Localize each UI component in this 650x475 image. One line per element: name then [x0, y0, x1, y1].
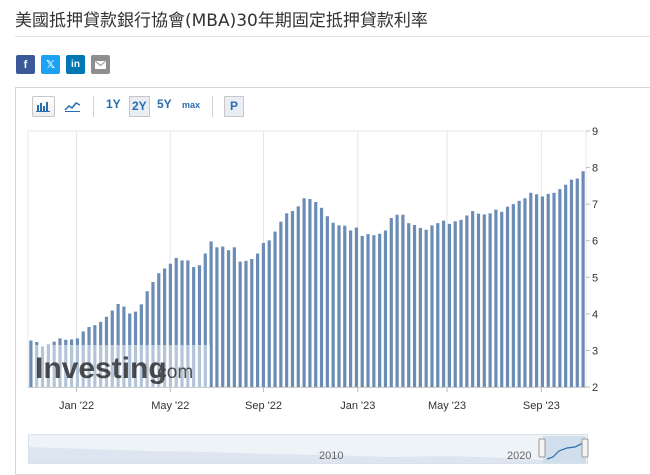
chart-bar[interactable]	[535, 194, 539, 387]
x-tick-label: Jan '22	[59, 400, 94, 412]
chart-bar[interactable]	[383, 230, 388, 387]
chart-bar[interactable]	[540, 196, 545, 387]
y-tick-label: 6	[592, 236, 598, 248]
chart-bar[interactable]	[302, 198, 306, 387]
chart-bar[interactable]	[529, 192, 533, 387]
chart-bar[interactable]	[488, 213, 492, 387]
chart-bar[interactable]	[389, 218, 393, 387]
chart-bar[interactable]	[442, 220, 446, 387]
chart-bar[interactable]	[244, 260, 248, 387]
chart-bar[interactable]	[546, 193, 550, 387]
chart-bar[interactable]	[279, 221, 283, 387]
chart-bar[interactable]	[575, 178, 579, 387]
y-tick-label: 2	[592, 382, 598, 394]
chart-bar[interactable]	[581, 171, 585, 387]
navigator-label: 2010	[319, 450, 343, 462]
chart-bar[interactable]	[430, 225, 434, 387]
chart-bar[interactable]	[436, 223, 440, 387]
chart-bar[interactable]	[273, 231, 277, 387]
chart-bar[interactable]	[407, 223, 411, 387]
chart-bar[interactable]	[378, 233, 382, 387]
chart-bar[interactable]	[267, 240, 271, 387]
chart-bar[interactable]	[569, 179, 574, 387]
x-tick-label: Sep '22	[245, 400, 282, 412]
y-tick-label: 8	[592, 163, 598, 175]
chart-bar[interactable]	[256, 253, 260, 387]
chart-bar[interactable]	[511, 204, 515, 387]
chart-bar[interactable]	[418, 227, 422, 387]
chart-bar[interactable]	[349, 230, 353, 387]
y-tick-label: 9	[592, 126, 598, 138]
chart-bar[interactable]	[372, 235, 376, 387]
chart-bar[interactable]	[360, 235, 364, 387]
navigator-overview-area	[29, 447, 548, 463]
chart-bar[interactable]	[482, 214, 486, 387]
chart-bar[interactable]	[319, 207, 324, 387]
x-tick-label: Jan '23	[340, 400, 375, 412]
chart-bar[interactable]	[453, 221, 457, 387]
watermark-suffix: .com	[152, 362, 193, 383]
y-tick-label: 7	[592, 199, 598, 211]
chart-bar[interactable]	[523, 198, 527, 387]
chart-bar[interactable]	[343, 225, 347, 387]
chart-bar[interactable]	[296, 206, 300, 387]
chart-bar[interactable]	[401, 214, 405, 387]
y-tick-label: 5	[592, 272, 598, 284]
chart-bar[interactable]	[500, 211, 504, 387]
chart-bar[interactable]	[238, 261, 242, 387]
chart-bar[interactable]	[314, 201, 318, 387]
chart-bar[interactable]	[29, 340, 33, 387]
chart-bar[interactable]	[459, 219, 463, 387]
y-tick-label: 3	[592, 345, 598, 357]
chart-bar[interactable]	[308, 199, 312, 387]
chart-bar[interactable]	[337, 225, 341, 387]
chart-bar[interactable]	[226, 250, 231, 387]
chart-bar[interactable]	[517, 200, 521, 387]
chart-bar[interactable]	[505, 206, 510, 387]
navigator-label: 2020	[507, 450, 531, 462]
navigator-left-handle[interactable]	[538, 438, 546, 458]
chart-bar[interactable]	[465, 215, 469, 387]
chart-bar[interactable]	[395, 214, 399, 387]
chart-bar[interactable]	[250, 259, 254, 387]
chart-bar[interactable]	[471, 211, 475, 387]
chart-bar[interactable]	[261, 242, 266, 387]
chart-bar[interactable]	[412, 224, 417, 387]
chart-bar[interactable]	[215, 247, 219, 387]
x-tick-label: May '23	[428, 400, 466, 412]
chart-bar[interactable]	[424, 229, 428, 387]
range-navigator[interactable]: 2010 2020	[28, 434, 589, 464]
x-tick-label: May '22	[151, 400, 189, 412]
chart-bar[interactable]	[558, 189, 562, 387]
chart-bar[interactable]	[366, 234, 370, 387]
chart-bar[interactable]	[564, 184, 568, 387]
chart-bar[interactable]	[221, 246, 225, 387]
chart-bar[interactable]	[494, 209, 498, 387]
chart-bar[interactable]	[331, 222, 335, 387]
chart-bar[interactable]	[476, 213, 481, 387]
x-tick-label: Sep '23	[523, 400, 560, 412]
chart-bar[interactable]	[552, 192, 556, 387]
chart-bar[interactable]	[325, 216, 329, 387]
chart-bar[interactable]	[447, 223, 452, 387]
chart-plot: Investing .com 2 3 4 5 6 7 8 9 Jan '22 May '22 Se…	[27, 126, 598, 412]
chart-bar[interactable]	[232, 247, 236, 387]
y-tick-label: 4	[592, 309, 598, 321]
chart-bar[interactable]	[285, 213, 289, 387]
watermark-brand: Investing	[35, 352, 167, 385]
navigator-right-handle[interactable]	[581, 438, 589, 458]
chart-bar[interactable]	[290, 211, 295, 387]
chart-bar[interactable]	[354, 227, 359, 387]
